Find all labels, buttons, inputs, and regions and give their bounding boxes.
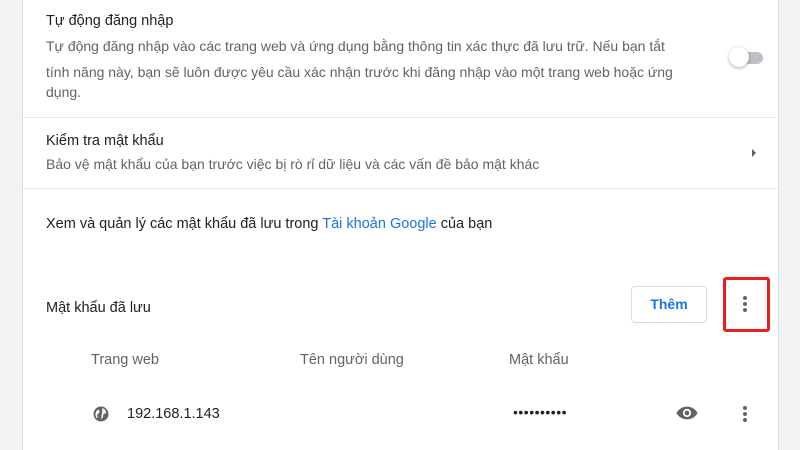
row-site: 192.168.1.143 — [127, 406, 220, 422]
passwords-settings-card: Tự động đăng nhập Tự động đăng nhập vào … — [22, 0, 779, 450]
password-check-row[interactable]: Kiểm tra mật khẩu Bảo vệ mật khẩu của bạ… — [23, 118, 778, 188]
password-check-title: Kiểm tra mật khẩu — [46, 133, 164, 149]
globe-icon — [93, 406, 109, 422]
chevron-right-icon — [752, 149, 756, 157]
manage-in-account-text: Xem và quản lý các mật khẩu đã lưu trong… — [46, 216, 492, 232]
more-vert-icon[interactable] — [743, 296, 747, 314]
auto-signin-description-3: dụng. — [46, 84, 82, 100]
eye-icon[interactable] — [676, 405, 698, 421]
manage-prefix: Xem và quản lý các mật khẩu đã lưu trong — [46, 216, 323, 232]
divider — [23, 188, 778, 189]
auto-signin-toggle[interactable] — [729, 47, 765, 67]
add-password-button[interactable]: Thêm — [631, 286, 707, 323]
row-password: •••••••••• — [513, 404, 568, 420]
row-more-vert-icon[interactable] — [743, 406, 747, 424]
column-header-site: Trang web — [91, 352, 159, 368]
toggle-knob — [729, 47, 749, 67]
google-account-link[interactable]: Tài khoản Google — [322, 216, 436, 232]
saved-passwords-title: Mật khẩu đã lưu — [46, 300, 151, 316]
auto-signin-title: Tự động đăng nhập — [46, 13, 174, 29]
auto-signin-description-2: tính năng này, bạn sẽ luôn được yêu cầu … — [46, 64, 673, 80]
auto-signin-description-1: Tự động đăng nhập vào các trang web và ứ… — [46, 38, 665, 54]
manage-suffix: của bạn — [436, 216, 493, 232]
password-check-description: Bảo vệ mật khẩu của bạn trước việc bị rò… — [46, 156, 540, 172]
column-header-username: Tên người dùng — [300, 352, 404, 368]
column-header-password: Mật khẩu — [509, 352, 569, 368]
